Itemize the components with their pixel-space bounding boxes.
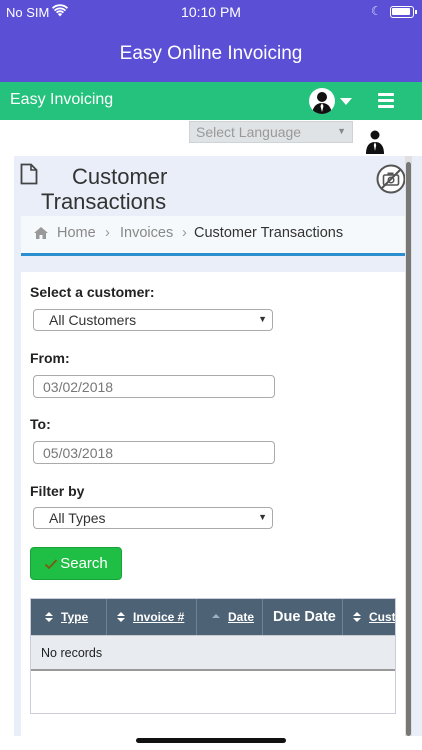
column-header-due-date: Due Date: [263, 599, 343, 635]
filter-select-value: All Types: [49, 510, 106, 526]
scrollbar-thumb[interactable]: [406, 162, 411, 736]
breadcrumb-current: Customer Transactions: [194, 225, 344, 241]
filter-label: Filter by: [30, 483, 85, 499]
chevron-down-icon: ▼: [258, 512, 267, 522]
column-header-label: Due Date: [273, 609, 336, 625]
transactions-table[interactable]: Type Invoice # Date Due Date Cust No rec…: [30, 598, 396, 714]
column-header-label: Invoice #: [133, 610, 185, 624]
language-select-value: Select Language: [196, 124, 302, 140]
customer-label: Select a customer:: [30, 284, 155, 300]
customer-select[interactable]: All Customers ▼: [33, 309, 273, 331]
no-camera-icon[interactable]: [376, 164, 406, 194]
column-header-invoice[interactable]: Invoice #: [107, 599, 197, 635]
sort-icon: [45, 612, 53, 622]
page-title-line2: Transactions: [41, 189, 167, 214]
caret-down-icon[interactable]: [340, 98, 352, 105]
sort-icon: [353, 612, 361, 622]
avatar-icon[interactable]: [309, 88, 335, 114]
app-title: Easy Online Invoicing: [119, 43, 303, 64]
from-label: From:: [30, 350, 70, 366]
hamburger-icon[interactable]: [378, 93, 394, 108]
page-scrollbar[interactable]: [405, 156, 412, 736]
column-header-date[interactable]: Date: [197, 599, 263, 635]
breadcrumb-separator: ›: [182, 225, 187, 241]
content-gutter: [0, 156, 14, 736]
breadcrumb-invoices[interactable]: Invoices: [120, 225, 173, 241]
home-indicator[interactable]: [136, 738, 286, 743]
user-icon[interactable]: [366, 128, 384, 154]
column-header-label: Type: [61, 610, 89, 624]
search-button-label: Search: [60, 555, 108, 572]
content-area: Customer Transactions Home › Invoices › …: [0, 156, 422, 736]
language-row: Select Language ▼: [0, 120, 422, 156]
home-icon: [34, 227, 48, 239]
breadcrumb: Home › Invoices › Customer Transactions: [21, 216, 405, 256]
customer-select-value: All Customers: [49, 312, 137, 328]
column-header-customer[interactable]: Cust: [343, 599, 396, 635]
page-title-line1: Customer: [72, 164, 168, 189]
breadcrumb-home[interactable]: Home: [57, 225, 96, 241]
to-label: To:: [30, 416, 51, 432]
sort-icon: [117, 612, 125, 622]
column-header-label: Date: [228, 610, 255, 624]
filter-select[interactable]: All Types ▼: [33, 507, 273, 529]
nav-bar: Easy Invoicing: [0, 82, 422, 120]
status-bar: No SIM 10:10 PM ☾: [0, 0, 422, 26]
brand-link[interactable]: Easy Invoicing: [10, 91, 113, 109]
moon-icon: ☾: [371, 4, 382, 18]
search-button[interactable]: Search: [30, 547, 122, 580]
empty-table-row: No records: [31, 635, 395, 671]
battery-icon: [390, 6, 417, 18]
table-header: Type Invoice # Date Due Date Cust: [31, 599, 396, 635]
clock: 10:10 PM: [181, 4, 241, 20]
select-arrow-icon: ▼: [337, 126, 346, 136]
check-icon: [45, 558, 58, 569]
breadcrumb-separator: ›: [105, 225, 110, 241]
column-header-label: Cust: [369, 610, 396, 624]
from-date-input[interactable]: 03/02/2018: [33, 375, 275, 398]
language-select[interactable]: Select Language ▼: [189, 121, 353, 143]
to-date-input[interactable]: 05/03/2018: [33, 441, 275, 464]
document-icon: [20, 163, 38, 185]
filter-form: Select a customer: All Customers ▼ From:…: [21, 272, 405, 736]
chevron-down-icon: ▼: [258, 314, 267, 324]
column-header-type[interactable]: Type: [31, 599, 107, 635]
app-title-bar: Easy Online Invoicing: [0, 26, 422, 82]
sort-asc-icon: [212, 614, 220, 618]
